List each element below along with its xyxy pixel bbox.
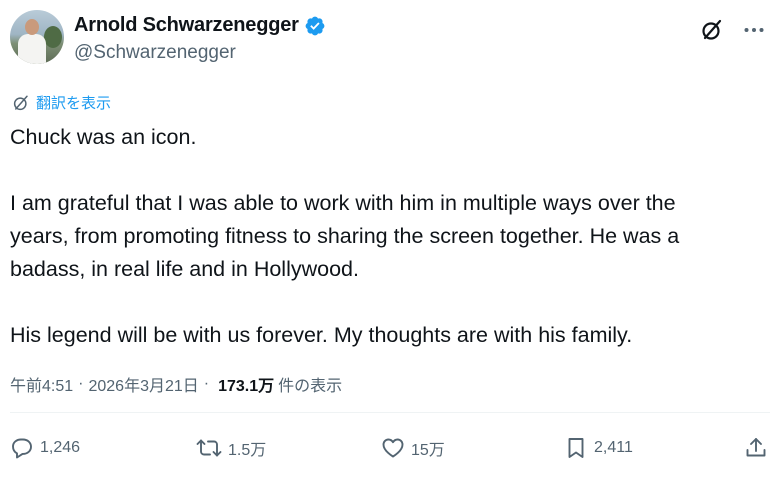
divider — [10, 412, 770, 413]
tweet-line: Chuck was an icon. — [10, 125, 197, 149]
author-display-name[interactable]: Arnold Schwarzenegger — [74, 14, 299, 37]
tweet-header: Arnold Schwarzenegger @Schwarzenegger — [10, 10, 770, 68]
translate-label: 翻訳を表示 — [36, 95, 112, 112]
tweet-line: His legend will be with us forever. My t… — [10, 323, 633, 347]
views-count: 173.1万 — [218, 378, 275, 395]
bookmark-button[interactable]: 2,411 — [564, 436, 633, 460]
avatar-head — [25, 19, 39, 35]
tweet-date[interactable]: 2026年3月21日 — [88, 372, 198, 396]
repost-icon — [196, 439, 222, 457]
tweet-line: years, from promoting fitness to sharing… — [10, 224, 680, 248]
bookmark-count: 2,411 — [594, 439, 633, 456]
meta-separator: · — [203, 375, 210, 392]
author-handle[interactable]: @Schwarzenegger — [74, 42, 236, 64]
more-icon[interactable] — [742, 18, 766, 42]
like-icon — [382, 438, 404, 458]
tweet-line: badass, in real life and in Hollywood. — [10, 257, 359, 281]
share-icon — [746, 438, 766, 457]
tweet-time[interactable]: 午前4:51 — [10, 372, 73, 396]
author-name-row: Arnold Schwarzenegger — [74, 14, 326, 37]
action-bar: 1,246 1.5万 15万 2,411 — [10, 436, 770, 472]
reply-icon — [12, 438, 32, 459]
like-button[interactable]: 15万 — [381, 436, 445, 460]
tweet-text: Chuck was an icon. I am grateful that I … — [10, 121, 770, 352]
repost-button[interactable]: 1.5万 — [196, 436, 266, 460]
tweet-line: I am grateful that I was able to work wi… — [10, 191, 676, 215]
translate-link[interactable]: 翻訳を表示 — [12, 92, 111, 113]
tweet-meta: 午前4:51 · 2026年3月21日 · 173.1万 件の表示 — [10, 372, 342, 396]
grok-icon[interactable] — [700, 18, 724, 42]
avatar-background — [44, 26, 62, 48]
views-label: 件の表示 — [278, 378, 343, 395]
translate-icon — [13, 95, 28, 110]
reply-count: 1,246 — [40, 439, 81, 456]
reply-button[interactable]: 1,246 — [10, 436, 80, 460]
top-actions — [700, 18, 766, 42]
bookmark-icon — [568, 438, 584, 458]
avatar[interactable] — [10, 10, 64, 64]
share-button[interactable] — [744, 436, 768, 460]
repost-count: 1.5万 — [228, 442, 267, 459]
verified-badge-icon — [305, 16, 325, 35]
avatar-body — [18, 34, 46, 64]
meta-separator: · — [78, 375, 84, 392]
like-count: 15万 — [411, 442, 445, 459]
